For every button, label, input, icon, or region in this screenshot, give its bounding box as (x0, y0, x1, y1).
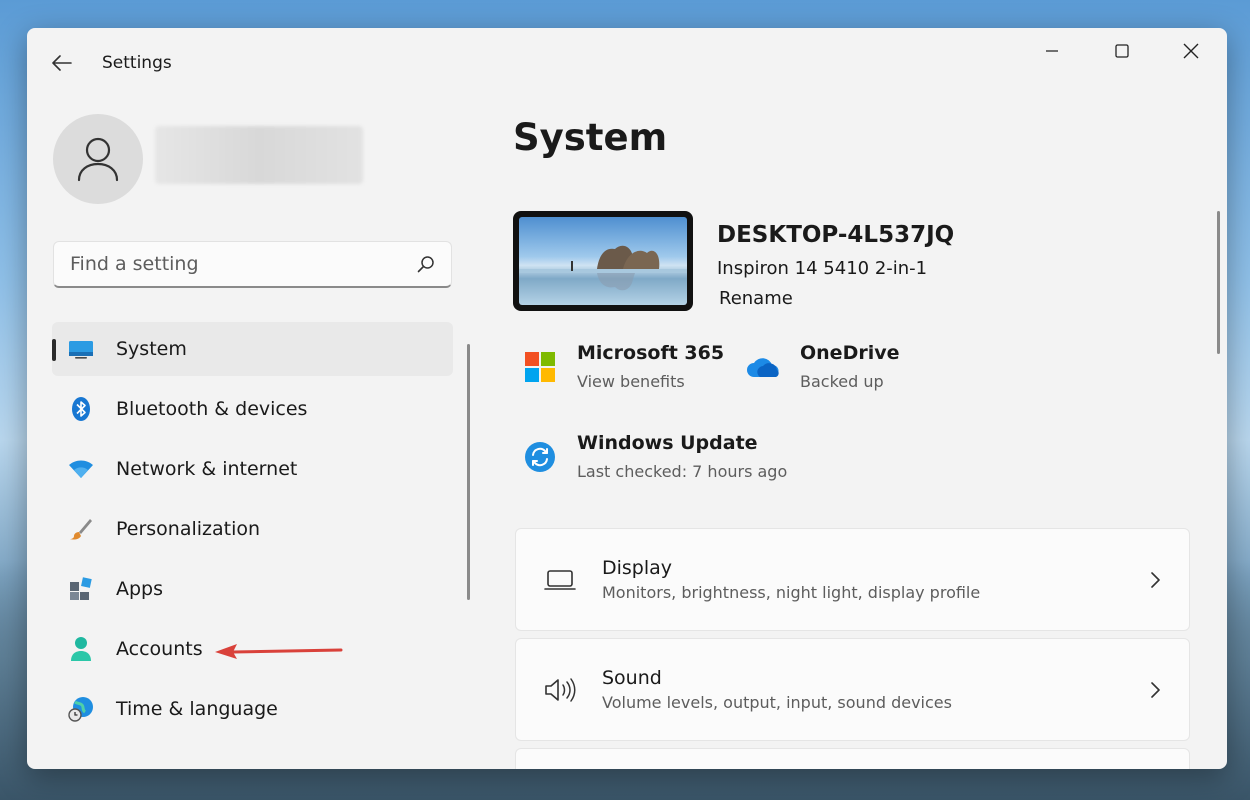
card-sound[interactable]: Sound Volume levels, output, input, soun… (515, 638, 1190, 741)
speaker-icon (542, 672, 578, 708)
monitor-icon (68, 336, 94, 362)
tile-microsoft-365[interactable]: Microsoft 365 View benefits (523, 342, 724, 391)
card-subtitle: Monitors, brightness, night light, displ… (602, 583, 981, 602)
sidebar-item-label: System (116, 338, 187, 360)
sidebar-item-time-language[interactable]: Time & language (52, 682, 453, 736)
sidebar-item-label: Accounts (116, 638, 203, 660)
sidebar-item-label: Apps (116, 578, 164, 600)
brush-icon (68, 516, 94, 542)
tile-subtitle: Backed up (800, 372, 884, 391)
microsoft-logo-icon (523, 350, 557, 384)
globe-clock-icon (68, 696, 94, 722)
sidebar-scrollbar[interactable] (467, 344, 470, 600)
maximize-icon (1115, 44, 1129, 58)
sidebar-nav: System Bluetooth & devices Network & int… (52, 322, 453, 742)
main-scrollbar[interactable] (1217, 211, 1220, 354)
sidebar-item-label: Network & internet (116, 458, 298, 480)
maximize-button[interactable] (1092, 36, 1152, 66)
person-icon (68, 636, 94, 662)
settings-window: Settings System Bluetooth & devices (27, 28, 1227, 769)
chevron-right-icon (1135, 681, 1175, 698)
tile-windows-update[interactable]: Windows Update Last checked: 7 hours ago (523, 432, 787, 481)
sidebar-item-personalization[interactable]: Personalization (52, 502, 453, 556)
card-subtitle: Volume levels, output, input, sound devi… (602, 693, 952, 712)
search-box[interactable] (53, 241, 452, 288)
apps-icon (68, 576, 94, 602)
sidebar-item-apps[interactable]: Apps (52, 562, 453, 616)
sidebar-item-label: Bluetooth & devices (116, 398, 308, 420)
annotation-arrow-icon (215, 644, 343, 659)
tile-subtitle: Last checked: 7 hours ago (577, 462, 788, 481)
close-icon (1183, 43, 1199, 59)
bluetooth-icon (68, 396, 94, 422)
tile-onedrive[interactable]: OneDrive Backed up (746, 342, 900, 391)
sidebar-item-label: Time & language (116, 698, 278, 720)
sidebar-item-bluetooth[interactable]: Bluetooth & devices (52, 382, 453, 436)
rename-link[interactable]: Rename (719, 288, 793, 309)
update-icon (523, 440, 557, 474)
tile-subtitle: View benefits (577, 372, 685, 391)
laptop-icon (542, 562, 578, 598)
back-button[interactable] (47, 50, 77, 76)
sidebar-item-label: Personalization (116, 518, 261, 540)
wifi-icon (68, 456, 94, 482)
minimize-button[interactable] (1022, 36, 1082, 66)
cloud-icon (746, 350, 780, 384)
app-title: Settings (102, 53, 172, 73)
device-model: Inspiron 14 5410 2-in-1 (717, 258, 928, 279)
page-title: System (513, 116, 668, 159)
user-icon (77, 137, 119, 182)
sidebar-item-system[interactable]: System (52, 322, 453, 376)
tile-title: OneDrive (800, 342, 900, 364)
tile-title: Microsoft 365 (577, 342, 725, 364)
card-title: Display (602, 557, 673, 579)
search-input[interactable] (70, 253, 417, 275)
close-button[interactable] (1161, 36, 1221, 66)
arrow-left-icon (52, 55, 72, 71)
card-display[interactable]: Display Monitors, brightness, night ligh… (515, 528, 1190, 631)
search-icon[interactable] (417, 255, 435, 273)
profile-name-blurred (155, 126, 363, 184)
card-partial-next[interactable] (515, 748, 1190, 769)
chevron-right-icon (1135, 571, 1175, 588)
landscape-image-icon (519, 245, 687, 291)
sidebar-item-network[interactable]: Network & internet (52, 442, 453, 496)
minimize-icon (1046, 50, 1058, 52)
avatar[interactable] (53, 114, 143, 204)
tile-title: Windows Update (577, 432, 758, 454)
device-wallpaper-thumbnail (513, 211, 693, 311)
device-name: DESKTOP-4L537JQ (717, 222, 955, 248)
card-title: Sound (602, 667, 662, 689)
